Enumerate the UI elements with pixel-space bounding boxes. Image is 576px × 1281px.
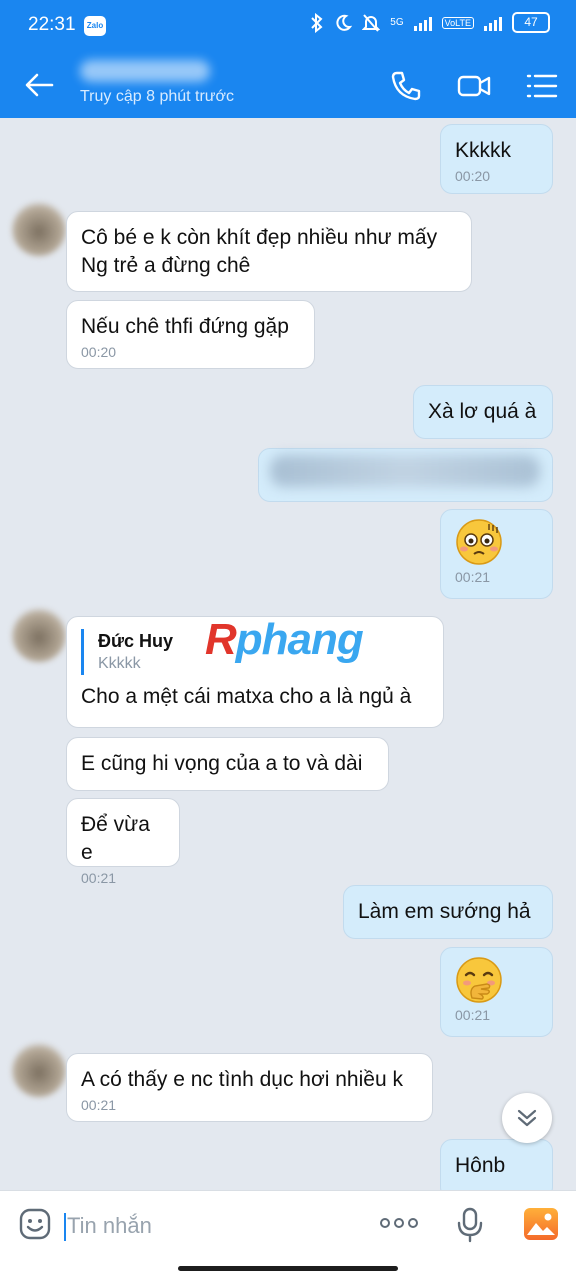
message-time: 00:21 [455, 1007, 491, 1023]
message-text: Cho a mệt cái matxa cho a là ngủ à [81, 685, 412, 708]
message-text: Hônb [455, 1154, 506, 1177]
menu-icon[interactable] [524, 68, 560, 104]
muted-bell-icon [362, 13, 381, 32]
message-input-placeholder: Tin nhắn [67, 1213, 152, 1238]
back-arrow-icon[interactable] [22, 68, 56, 102]
status-bar: 22:31 Zalo 5G VoLTE 47 [0, 0, 576, 52]
message-time: 00:21 [81, 870, 117, 886]
message-input[interactable]: Tin nhắn [64, 1209, 344, 1243]
volte-badge: VoLTE [441, 16, 474, 29]
watermark-logo: Rphang [205, 615, 364, 664]
home-indicator[interactable] [178, 1266, 398, 1271]
signal-icon-2 [484, 15, 502, 31]
signal-icon [413, 15, 432, 31]
message-text: A có thấy e nc tình dục hơi nhiều k [81, 1068, 403, 1091]
outgoing-message[interactable]: Hônb [440, 1139, 553, 1190]
bluetooth-icon [311, 12, 323, 33]
contact-avatar[interactable] [12, 202, 66, 256]
outgoing-message[interactable]: Xà lơ quá à [413, 385, 553, 439]
incoming-message[interactable]: Nếu chê thfi đứng gặp 00:20 [66, 300, 315, 369]
status-icons: 5G VoLTE 47 [310, 12, 550, 33]
outgoing-sticker-message[interactable]: 00:21 [440, 509, 553, 599]
incoming-message[interactable]: A có thấy e nc tình dục hơi nhiều k 00:2… [66, 1053, 433, 1122]
contact-avatar[interactable] [12, 1043, 66, 1097]
incoming-message[interactable]: Cô bé e k còn khít đẹp nhiều như mấy Ng … [66, 211, 472, 292]
message-time: 00:20 [455, 168, 491, 184]
moon-icon [336, 14, 353, 31]
hand-over-mouth-emoji [456, 957, 502, 1003]
outgoing-message[interactable]: Làm em sướng hả [343, 885, 553, 939]
contact-name-blurred[interactable] [80, 60, 210, 82]
blurred-message-content [270, 455, 540, 487]
image-gallery-icon[interactable] [523, 1207, 559, 1241]
double-chevron-down-icon [517, 1109, 537, 1127]
phone-call-icon[interactable] [388, 68, 424, 104]
message-text: Làm em sướng hả [358, 900, 531, 923]
incoming-message[interactable]: Để vừa e 00:21 [66, 798, 180, 886]
message-text: Nếu chê thfi đứng gặp [81, 315, 289, 338]
message-time: 00:20 [81, 344, 117, 360]
outgoing-sticker-message[interactable]: 00:21 [440, 947, 553, 1037]
message-text: Xà lơ quá à [428, 400, 537, 423]
video-call-icon[interactable] [456, 68, 492, 104]
flushed-face-emoji [456, 519, 502, 565]
last-active-status: Truy cập 8 phút trước [80, 88, 234, 105]
chat-header: Truy cập 8 phút trước [0, 52, 576, 118]
contact-avatar[interactable] [12, 608, 66, 662]
microphone-icon[interactable] [456, 1207, 484, 1243]
network-type: 5G [390, 17, 404, 28]
outgoing-message[interactable]: Kkkkk 00:20 [440, 124, 553, 194]
status-time: 22:31 [28, 14, 76, 35]
scroll-to-bottom-button[interactable] [502, 1093, 552, 1143]
incoming-message[interactable]: E cũng hi vọng của a to và dài [66, 737, 389, 791]
message-time: 00:21 [81, 1097, 117, 1113]
more-options-icon[interactable] [378, 1213, 420, 1233]
zalo-notification-icon: Zalo [84, 16, 106, 36]
sticker-icon[interactable] [18, 1207, 52, 1241]
message-text: E cũng hi vọng của a to và dài [81, 752, 363, 775]
message-time: 00:21 [455, 569, 491, 585]
message-text: Kkkkk [455, 139, 512, 162]
message-text: Cô bé e k còn khít đẹp nhiều như mấy Ng … [81, 226, 438, 277]
battery-icon: 47 [512, 12, 550, 33]
message-text: Để vừa e [81, 813, 150, 864]
